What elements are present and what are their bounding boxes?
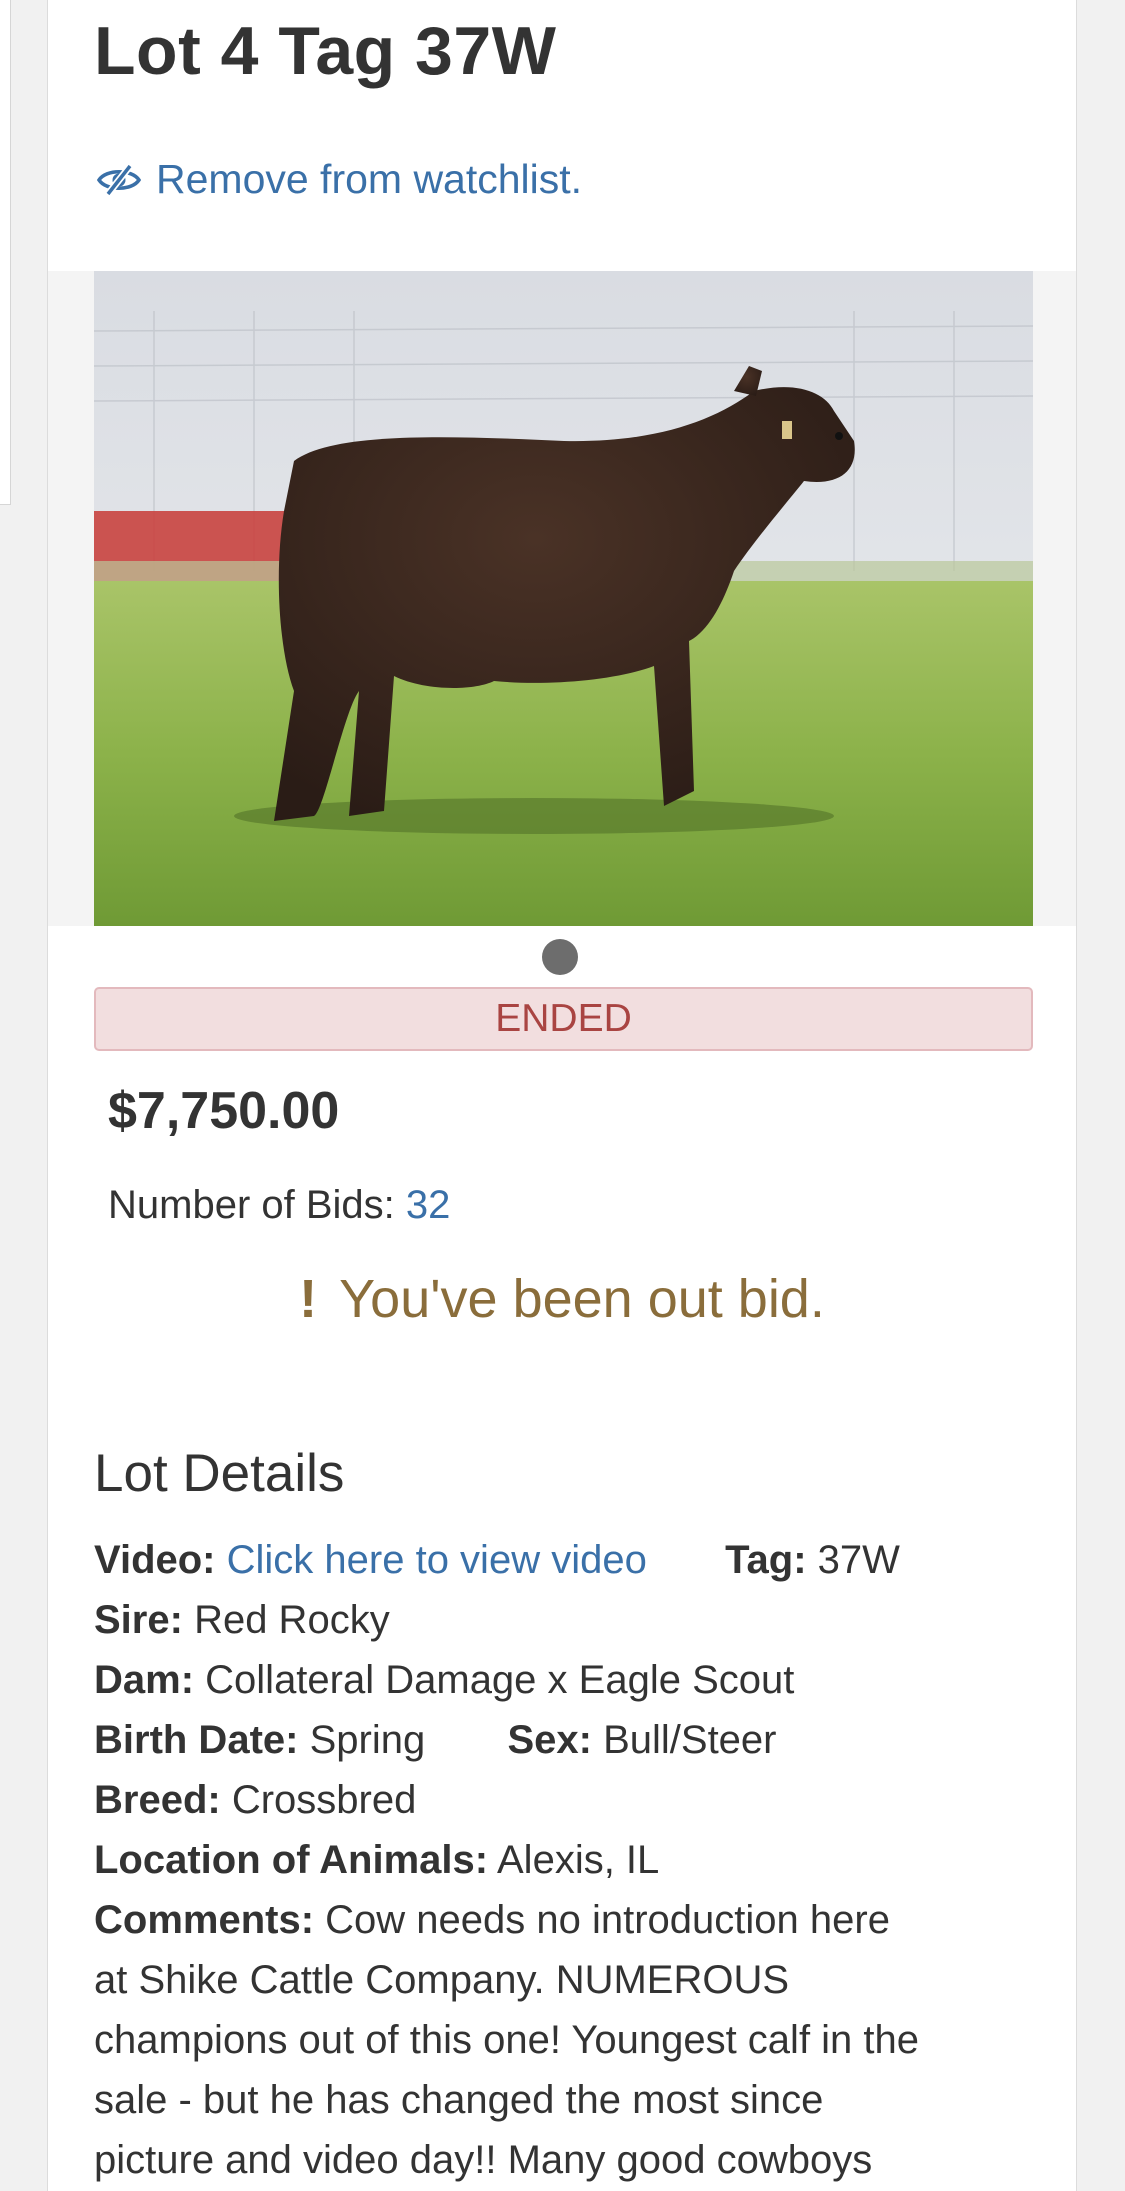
- comments-line: sale - but he has changed the most since: [94, 2078, 824, 2122]
- comments-line: Comments: Cow needs no introduction here: [94, 1890, 1034, 1950]
- detail-row-location: Location of Animals: Alexis, IL: [94, 1830, 1034, 1890]
- location-value: Alexis, IL: [497, 1838, 660, 1882]
- comments-line: at Shike Cattle Company. NUMEROUS: [94, 1958, 790, 2002]
- bid-count: Number of Bids: 32: [108, 1183, 450, 1228]
- lot-title: Lot 4 Tag 37W: [94, 13, 557, 89]
- comments-line: champions out of this one! Youngest calf…: [94, 2018, 920, 2062]
- bids-count-link[interactable]: 32: [406, 1183, 451, 1227]
- outbid-text: You've been out bid.: [339, 1269, 825, 1329]
- location-label: Location of Animals:: [94, 1838, 489, 1882]
- tag-value: 37W: [817, 1538, 900, 1582]
- comments-text: Cow needs no introduction here: [325, 1898, 890, 1942]
- detail-row-comments: Comments: Cow needs no introduction here…: [94, 1890, 1034, 2190]
- breed-label: Breed:: [94, 1778, 221, 1822]
- tag-label: Tag:: [725, 1538, 807, 1582]
- eye-slash-icon: [96, 163, 142, 196]
- sire-value: Red Rocky: [194, 1598, 390, 1642]
- calf-photo-image: [94, 271, 1033, 926]
- birth-date-value: Spring: [309, 1718, 426, 1762]
- watchlist-label: Remove from watchlist.: [156, 156, 583, 202]
- comments-line: picture and video day!! Many good cowboy…: [94, 2138, 873, 2182]
- status-badge: ENDED: [94, 987, 1033, 1051]
- remove-from-watchlist-link[interactable]: Remove from watchlist.: [96, 156, 582, 203]
- lot-photo[interactable]: [94, 271, 1033, 926]
- image-carousel[interactable]: [48, 271, 1076, 926]
- bids-label: Number of Bids:: [108, 1183, 395, 1227]
- birth-date-label: Birth Date:: [94, 1718, 299, 1762]
- view-video-link[interactable]: Click here to view video: [227, 1538, 647, 1582]
- dam-value: Collateral Damage x Eagle Scout: [205, 1658, 795, 1702]
- carousel-indicator-dot[interactable]: [542, 939, 578, 975]
- lot-panel: Lot 4 Tag 37W Remove from watchlist. END…: [47, 0, 1077, 2191]
- comments-label: Comments:: [94, 1898, 315, 1942]
- sex-value: Bull/Steer: [603, 1718, 777, 1762]
- video-label: Video:: [94, 1538, 216, 1582]
- background-card-edge: [0, 0, 11, 505]
- sex-label: Sex:: [507, 1718, 592, 1762]
- exclamation-icon: !: [299, 1269, 318, 1329]
- detail-row-dam: Dam: Collateral Damage x Eagle Scout: [94, 1650, 1034, 1710]
- detail-row-breed: Breed: Crossbred: [94, 1770, 1034, 1830]
- current-price: $7,750.00: [108, 1082, 340, 1140]
- dam-label: Dam:: [94, 1658, 195, 1702]
- outbid-alert: ! You've been out bid.: [48, 1268, 1076, 1330]
- sire-label: Sire:: [94, 1598, 183, 1642]
- lot-details-heading: Lot Details: [94, 1444, 345, 1503]
- detail-row-video-tag: Video: Click here to view video Tag: 37W: [94, 1530, 1034, 1590]
- breed-value: Crossbred: [231, 1778, 417, 1822]
- detail-row-sire: Sire: Red Rocky: [94, 1590, 1034, 1650]
- lot-details: Video: Click here to view video Tag: 37W…: [94, 1530, 1034, 2190]
- detail-row-birth-sex: Birth Date: Spring Sex: Bull/Steer: [94, 1710, 1034, 1770]
